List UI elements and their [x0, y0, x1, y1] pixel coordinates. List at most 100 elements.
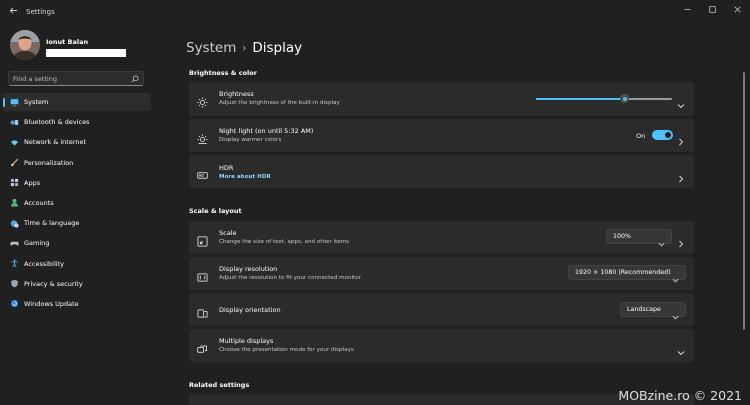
selection-indicator	[3, 98, 5, 107]
brightness-icon	[197, 93, 209, 108]
page-title: Display	[252, 40, 303, 56]
back-button[interactable]	[6, 6, 20, 20]
close-icon	[734, 5, 741, 13]
sidebar-item-windows-update[interactable]: Windows Update	[3, 295, 151, 313]
avatar	[10, 30, 40, 60]
accessibility-icon	[8, 258, 20, 270]
scale-dropdown[interactable]: 100%	[606, 229, 672, 247]
resolution-subtitle: Adjust the resolution to fit your connec…	[219, 275, 361, 281]
minimize-icon	[684, 8, 691, 10]
sidebar-item-apps[interactable]: Apps	[3, 174, 151, 192]
sidebar-item-label: Privacy & security	[24, 279, 83, 288]
sidebar-item-label: Bluetooth & devices	[24, 118, 90, 127]
user-profile[interactable]: Ionut Balan	[10, 30, 155, 62]
sidebar-item-system[interactable]: System	[3, 93, 151, 111]
search-icon	[131, 75, 139, 83]
gamepad-icon	[8, 237, 20, 249]
sidebar-item-label: Accessibility	[24, 259, 64, 268]
chevron-down-icon[interactable]	[677, 342, 685, 356]
night-light-state-label: On	[636, 132, 646, 140]
minimize-button[interactable]	[675, 0, 700, 18]
resolution-icon	[197, 268, 209, 282]
sidebar-item-privacy-security[interactable]: Privacy & security	[3, 275, 151, 293]
user-name: Ionut Balan	[46, 38, 89, 46]
display-orientation-card[interactable]: Display orientation	[189, 293, 694, 326]
sidebar-item-label: Personalization	[24, 158, 74, 167]
brightness-subtitle: Adjust the brightness of the built-in di…	[219, 100, 340, 106]
chevron-down-icon	[672, 269, 679, 283]
orientation-dropdown[interactable]: Landscape	[620, 302, 686, 320]
hdr-icon	[197, 166, 209, 179]
resolution-title: Display resolution	[219, 265, 278, 273]
sidebar-item-bluetooth[interactable]: Bluetooth & devices	[3, 113, 151, 131]
user-photo-icon	[10, 30, 40, 60]
resolution-value: 1920 × 1080 (Recommended)	[575, 269, 671, 276]
multiple-displays-card[interactable]: Multiple displays Choose the presentatio…	[189, 329, 694, 362]
brightness-title: Brightness	[219, 90, 254, 98]
update-icon	[8, 298, 20, 310]
person-icon	[8, 197, 20, 209]
chevron-down-icon	[658, 233, 665, 247]
night-light-icon	[197, 130, 209, 144]
hdr-card[interactable]: HDR More about HDR	[189, 155, 694, 188]
breadcrumb: System › Display	[186, 40, 302, 56]
resolution-dropdown[interactable]: 1920 × 1080 (Recommended)	[568, 265, 686, 283]
scale-icon	[197, 232, 209, 247]
brush-icon	[8, 157, 20, 169]
brightness-slider[interactable]	[536, 94, 672, 103]
night-light-card[interactable]: Night light (on until 5:32 AM) Display w…	[189, 119, 694, 152]
sidebar-item-label: Apps	[24, 178, 41, 187]
sidebar-item-label: Accounts	[24, 198, 54, 207]
scrollbar[interactable]	[743, 72, 745, 330]
sidebar-item-network[interactable]: Network & internet	[3, 133, 151, 151]
scale-title: Scale	[219, 229, 237, 237]
bluetooth-icon	[8, 116, 20, 128]
globe-clock-icon	[8, 217, 20, 229]
watermark: MOBzine.ro © 2021	[618, 388, 742, 403]
night-light-subtitle: Display warmer colors	[219, 137, 282, 143]
chevron-right-icon[interactable]	[677, 233, 685, 248]
orientation-value: Landscape	[627, 306, 661, 313]
chevron-right-icon[interactable]	[677, 131, 685, 146]
maximize-button[interactable]	[700, 0, 725, 18]
scale-subtitle: Change the size of text, apps, and other…	[219, 239, 350, 245]
slider-thumb[interactable]	[620, 94, 629, 103]
sidebar-item-gaming[interactable]: Gaming	[3, 234, 151, 252]
sidebar: Ionut Balan System Bluetooth & devices N…	[0, 26, 158, 405]
toggle-knob	[665, 132, 671, 138]
search-box[interactable]	[8, 71, 144, 86]
multiple-displays-subtitle: Choose the presentation mode for your di…	[219, 347, 354, 353]
close-button[interactable]	[725, 0, 750, 18]
night-light-toggle[interactable]	[652, 130, 673, 140]
multiple-displays-title: Multiple displays	[219, 337, 274, 345]
section-title-related: Related settings	[189, 381, 250, 389]
sidebar-item-accessibility[interactable]: Accessibility	[3, 255, 151, 273]
breadcrumb-separator: ›	[242, 43, 247, 54]
breadcrumb-parent[interactable]: System	[186, 40, 236, 56]
arrow-left-icon	[9, 7, 17, 14]
sidebar-item-label: Time & language	[24, 219, 80, 228]
app-title: Settings	[26, 8, 55, 16]
apps-icon	[8, 177, 20, 189]
section-title-brightness-color: Brightness & color	[189, 69, 257, 77]
slider-fill	[536, 98, 624, 100]
orientation-icon	[197, 304, 209, 318]
sidebar-item-label: Network & internet	[24, 138, 87, 147]
hdr-more-link[interactable]: More about HDR	[219, 174, 271, 180]
user-email-redacted	[46, 49, 126, 57]
multiple-displays-icon	[197, 340, 209, 353]
search-input[interactable]	[13, 72, 123, 85]
monitor-icon	[8, 96, 20, 108]
chevron-down-icon[interactable]	[677, 95, 685, 109]
sidebar-item-label: Gaming	[24, 239, 50, 248]
sidebar-item-accounts[interactable]: Accounts	[3, 194, 151, 212]
window-controls	[675, 0, 750, 18]
sidebar-item-personalization[interactable]: Personalization	[3, 154, 151, 172]
sidebar-item-label: System	[24, 98, 49, 106]
hdr-title: HDR	[219, 164, 234, 172]
sidebar-item-time-language[interactable]: Time & language	[3, 214, 151, 232]
orientation-title: Display orientation	[219, 306, 281, 314]
wifi-icon	[8, 136, 20, 148]
sidebar-item-label: Windows Update	[24, 299, 79, 308]
chevron-right-icon[interactable]	[677, 168, 685, 183]
